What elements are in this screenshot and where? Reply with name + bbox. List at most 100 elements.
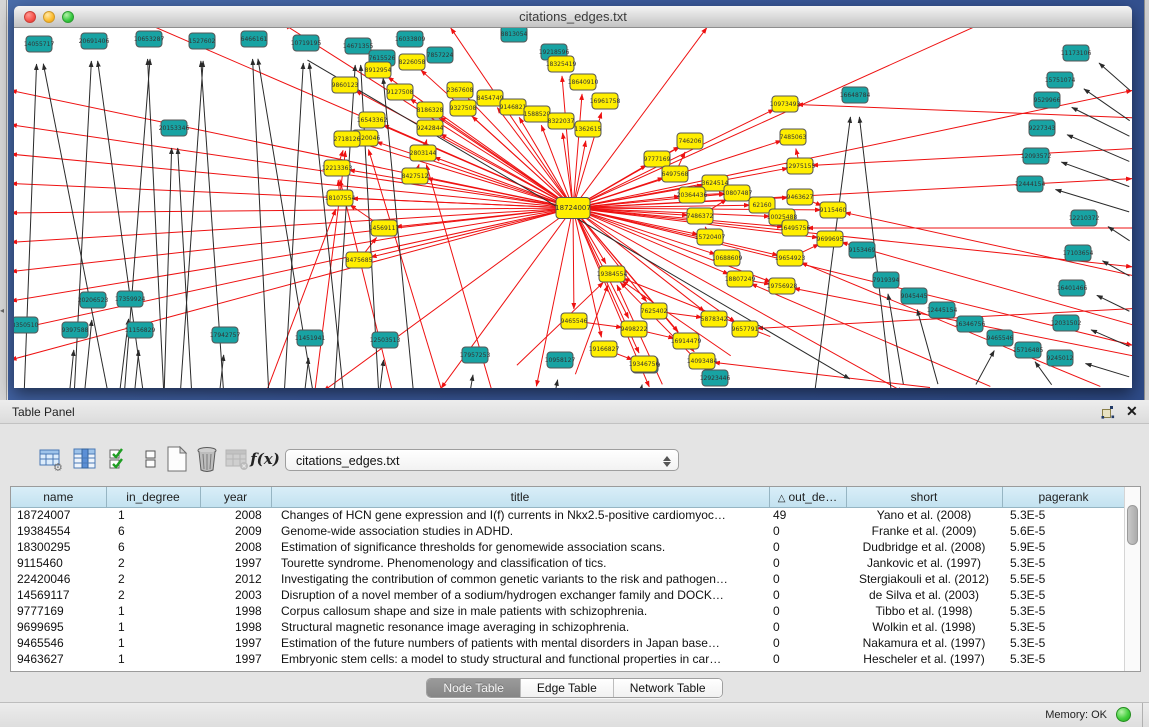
graph-node[interactable]: 10719195: [291, 35, 322, 51]
graph-node[interactable]: 10653287: [134, 31, 165, 47]
tab-edge-table[interactable]: Edge Table: [521, 679, 614, 697]
graph-node[interactable]: 9465546: [561, 313, 588, 329]
graph-node[interactable]: 10973493: [770, 96, 801, 112]
graph-node[interactable]: 2367608: [447, 82, 474, 98]
graph-node[interactable]: 12210372: [1069, 210, 1100, 226]
graph-node[interactable]: 1527602: [189, 33, 216, 49]
graph-node[interactable]: 20364436: [677, 187, 708, 203]
graph-node[interactable]: 9327508: [450, 100, 477, 116]
graph-node[interactable]: 9115460: [820, 202, 847, 218]
graph-node[interactable]: 746206: [677, 133, 703, 149]
graph-node[interactable]: 10688609: [712, 250, 743, 266]
network-view-canvas[interactable]: 14055717 20691406 10653287 1527602 6466161 10…: [14, 28, 1132, 388]
table-row[interactable]: 977716911998Corpus callosum shape and si…: [11, 603, 1125, 619]
table-row[interactable]: 1830029562008Estimation of significance …: [11, 539, 1125, 555]
graph-node[interactable]: 16401466: [1057, 280, 1088, 296]
graph-node[interactable]: 8912954: [365, 62, 392, 78]
graph-node[interactable]: 20691406: [79, 33, 110, 49]
graph-node[interactable]: 9397588: [62, 322, 89, 338]
graph-node[interactable]: 7919394: [873, 272, 900, 288]
graph-node[interactable]: 11156829: [125, 322, 156, 338]
graph-node[interactable]: 16648784: [840, 87, 871, 103]
select-columns-icon[interactable]: [106, 446, 132, 472]
graph-node[interactable]: 6466161: [241, 31, 268, 47]
graph-node[interactable]: 8813054: [501, 28, 528, 42]
table-row[interactable]: 946362711997Embryonic stem cells: a mode…: [11, 651, 1125, 667]
graph-node[interactable]: 15751074: [1045, 72, 1076, 88]
graph-node[interactable]: 9127508: [387, 84, 414, 100]
graph-node[interactable]: 8350510: [14, 317, 39, 333]
close-icon[interactable]: ✕: [1126, 403, 1138, 420]
delete-table-icon[interactable]: [194, 446, 220, 472]
column-header-name[interactable]: name: [11, 487, 106, 507]
graph-node[interactable]: 18640910: [568, 74, 599, 90]
right-panel-splitter[interactable]: [1144, 0, 1149, 400]
combobox-stepper-icon[interactable]: [662, 453, 671, 469]
graph-node[interactable]: 9227343: [1029, 120, 1056, 136]
graph-node[interactable]: 16033809: [395, 31, 426, 47]
graph-node[interactable]: 8322037: [548, 113, 575, 129]
graph-node[interactable]: 12445154: [927, 302, 958, 318]
graph-node[interactable]: 18724007: [555, 198, 591, 219]
graph-node[interactable]: 7486372: [687, 208, 714, 224]
graph-node[interactable]: 1362615: [575, 121, 602, 137]
graph-node[interactable]: 16961758: [590, 93, 621, 109]
graph-node[interactable]: 14055717: [24, 36, 55, 52]
graph-node[interactable]: 12093572: [1021, 148, 1052, 164]
column-header-out_de[interactable]: △out_de…: [769, 487, 846, 507]
node-table-grid[interactable]: namein_degreeyeartitle△out_de…shortpager…: [11, 487, 1126, 667]
graph-node[interactable]: 12503513: [370, 332, 401, 348]
float-window-icon[interactable]: [1101, 405, 1116, 419]
graph-node[interactable]: 19384554: [597, 266, 628, 282]
graph-node[interactable]: 9245012: [1047, 350, 1074, 366]
table-row[interactable]: 2242004622012Investigating the contribut…: [11, 571, 1125, 587]
graph-node[interactable]: 20153346: [159, 120, 190, 136]
table-row[interactable]: 1872400712008Changes of HCN gene express…: [11, 507, 1125, 523]
column-header-year[interactable]: year: [200, 487, 271, 507]
graph-node[interactable]: 7485063: [780, 129, 807, 145]
tab-node-table[interactable]: Node Table: [427, 679, 521, 697]
graph-node[interactable]: 19166827: [589, 341, 620, 357]
vertical-scrollbar[interactable]: [1124, 487, 1140, 671]
memory-status-icon[interactable]: [1116, 707, 1131, 722]
graph-node[interactable]: 12975155: [785, 158, 816, 174]
graph-node[interactable]: 17103654: [1063, 245, 1094, 261]
scrollbar-thumb[interactable]: [1127, 505, 1138, 545]
graph-node[interactable]: 15720407: [695, 229, 726, 245]
graph-node[interactable]: 9463627: [787, 189, 814, 205]
graph-node[interactable]: 5878342: [701, 311, 728, 327]
graph-node[interactable]: 18107554: [325, 190, 356, 206]
graph-node[interactable]: 6497568: [662, 166, 689, 182]
show-columns-icon[interactable]: [72, 446, 98, 472]
graph-node[interactable]: 9657791: [732, 321, 759, 337]
row-height-icon[interactable]: [138, 446, 164, 472]
graph-node[interactable]: 11451941: [295, 330, 326, 346]
function-builder-icon[interactable]: f(x): [252, 446, 278, 472]
table-selector-combobox[interactable]: citations_edges.txt: [285, 449, 679, 471]
graph-node[interactable]: 17957253: [460, 347, 491, 363]
table-settings-icon[interactable]: ⚙: [38, 446, 64, 472]
graph-node[interactable]: 12444154: [1015, 176, 1046, 192]
graph-node[interactable]: 9146821: [500, 99, 527, 115]
graph-node[interactable]: 20206523: [78, 292, 109, 308]
column-header-title[interactable]: title: [271, 487, 769, 507]
graph-node[interactable]: 12031502: [1051, 315, 1082, 331]
network-graph[interactable]: 14055717 20691406 10653287 1527602 6466161 10…: [14, 28, 1132, 388]
graph-node[interactable]: 14569117: [369, 220, 400, 236]
splitter-handle-icon[interactable]: ◂: [0, 306, 4, 315]
graph-node[interactable]: 9860123: [332, 77, 359, 93]
left-panel-splitter[interactable]: ◂: [0, 0, 7, 400]
graph-node[interactable]: 1588520: [524, 106, 551, 122]
graph-node[interactable]: 16914479: [671, 333, 702, 349]
graph-node[interactable]: 14093484: [687, 353, 718, 369]
graph-node[interactable]: 18325419: [546, 56, 577, 72]
graph-node[interactable]: 9045445: [901, 288, 928, 304]
column-header-in_degree[interactable]: in_degree: [106, 487, 200, 507]
graph-node[interactable]: 9699695: [817, 231, 844, 247]
graph-node[interactable]: 12213363: [322, 160, 353, 176]
graph-node[interactable]: 17942757: [210, 327, 241, 343]
graph-node[interactable]: 19346756: [629, 356, 660, 372]
graph-node[interactable]: 10958127: [545, 352, 576, 368]
graph-node[interactable]: 15716485: [1013, 342, 1044, 358]
graph-node[interactable]: 10807487: [722, 185, 753, 201]
